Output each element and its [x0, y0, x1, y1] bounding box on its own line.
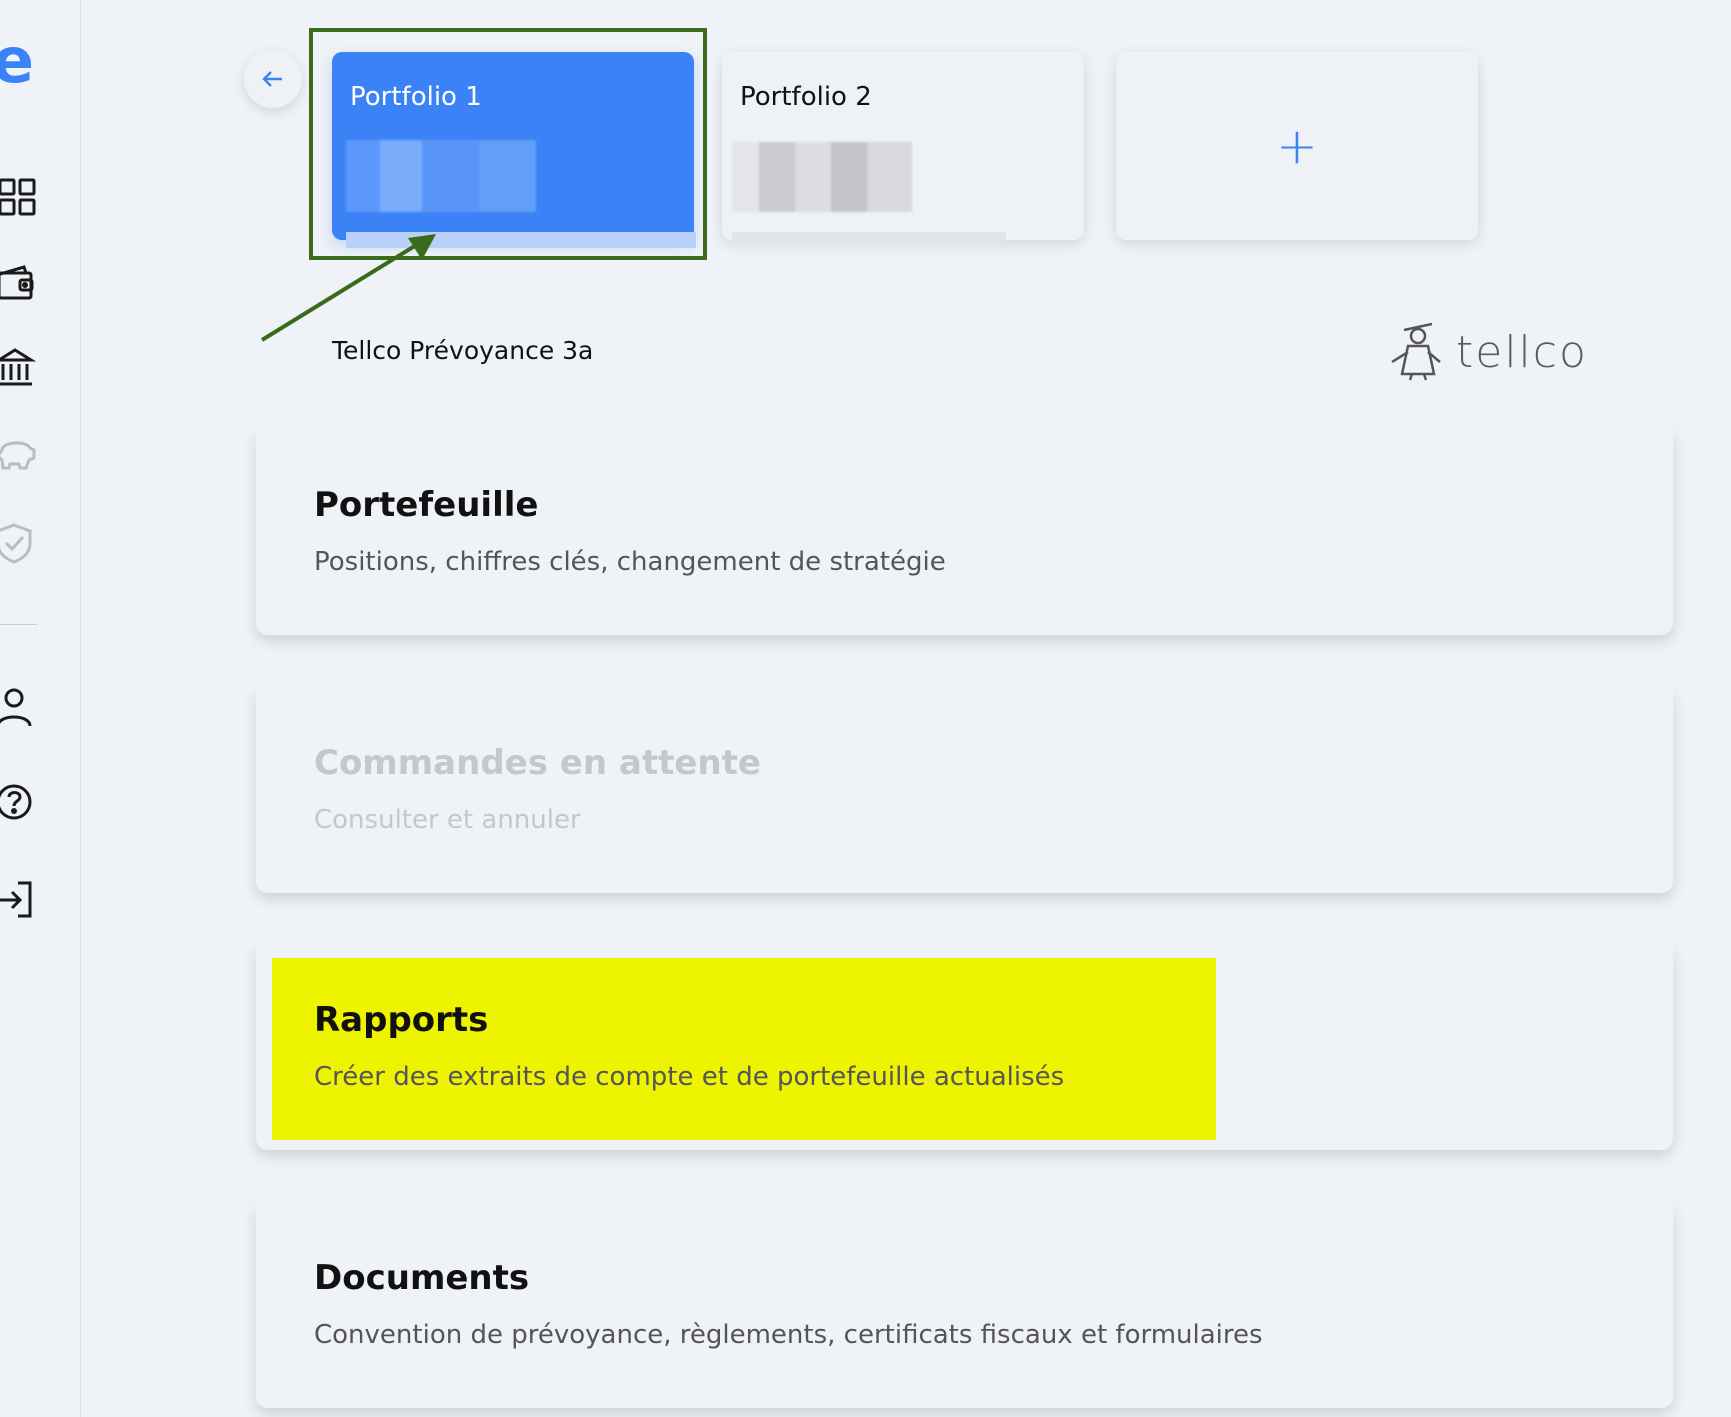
- redacted-value: [732, 232, 1006, 244]
- card-subtitle: Positions, chiffres clés, changement de …: [314, 547, 946, 577]
- provider-logo: tellco: [1384, 322, 1588, 382]
- wallet-icon[interactable]: [0, 262, 40, 306]
- provider-name: Tellco Prévoyance 3a: [332, 336, 594, 365]
- card-portefeuille[interactable]: Portefeuille Positions, chiffres clés, c…: [256, 425, 1673, 635]
- redacted-value: [732, 142, 912, 212]
- annotation-highlight-yellow: [272, 958, 1216, 1140]
- logout-icon[interactable]: [0, 878, 40, 922]
- provider-logo-text: tellco: [1456, 326, 1588, 378]
- card-rapports[interactable]: Rapports Créer des extraits de compte et…: [256, 940, 1673, 1150]
- sidebar-divider: [0, 624, 37, 625]
- shield-check-icon[interactable]: [0, 522, 40, 566]
- user-icon[interactable]: [0, 686, 40, 730]
- bank-icon[interactable]: [0, 346, 40, 390]
- sidebar: e: [0, 0, 81, 1417]
- add-portfolio-button[interactable]: +: [1116, 52, 1478, 240]
- card-documents[interactable]: Documents Convention de prévoyance, règl…: [256, 1198, 1673, 1408]
- card-title: Rapports: [314, 1000, 489, 1040]
- tellco-mascot-icon: [1391, 322, 1441, 381]
- card-title: Commandes en attente: [314, 743, 761, 783]
- help-circle-icon[interactable]: [0, 780, 40, 824]
- redacted-value: [346, 140, 536, 212]
- card-commandes-en-attente: Commandes en attente Consulter et annule…: [256, 683, 1673, 893]
- arrow-left-icon: [262, 71, 282, 87]
- redacted-value: [346, 232, 696, 248]
- plus-icon: +: [1276, 117, 1318, 175]
- card-title: Portefeuille: [314, 485, 539, 525]
- app-logo[interactable]: e: [0, 30, 34, 92]
- tab-label: Portfolio 1: [350, 82, 482, 112]
- tab-label: Portfolio 2: [740, 82, 872, 112]
- piggy-bank-icon[interactable]: [0, 434, 40, 478]
- card-subtitle: Consulter et annuler: [314, 805, 581, 835]
- grid-icon[interactable]: [0, 176, 40, 220]
- tab-portfolio-2[interactable]: Portfolio 2: [722, 52, 1084, 240]
- back-button[interactable]: [244, 50, 302, 108]
- tab-portfolio-1[interactable]: Portfolio 1: [332, 52, 694, 240]
- card-subtitle: Convention de prévoyance, règlements, ce…: [314, 1320, 1263, 1350]
- card-subtitle: Créer des extraits de compte et de porte…: [314, 1062, 1065, 1092]
- card-title: Documents: [314, 1258, 530, 1298]
